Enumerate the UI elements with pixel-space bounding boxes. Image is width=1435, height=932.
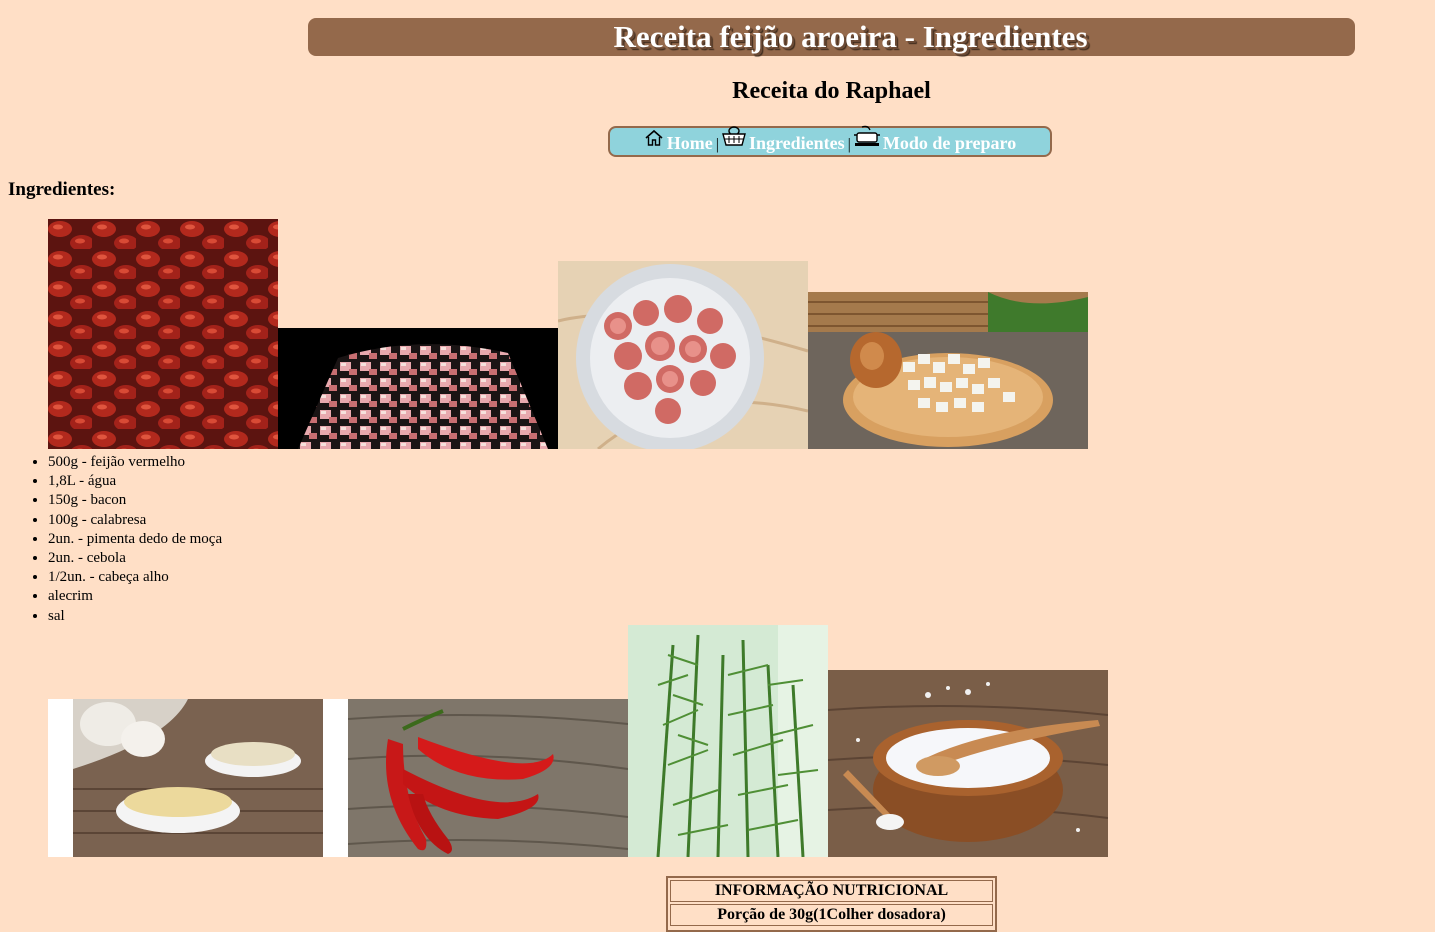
nav-ingredients-label: Ingredientes xyxy=(748,133,845,153)
ingredients-list: 500g - feijão vermelho 1,8L - água 150g … xyxy=(8,453,222,626)
list-item: alecrim xyxy=(48,587,222,606)
list-item: 2un. - cebola xyxy=(48,549,222,568)
list-item: 1,8L - água xyxy=(48,472,222,491)
title-bar: Receita feijão aroeira - Ingredientes xyxy=(308,18,1355,56)
diced-bacon-image xyxy=(278,328,558,449)
list-item: sal xyxy=(48,607,222,626)
salt-bowl-image xyxy=(828,670,1108,857)
nav-preparation-label: Modo de preparo xyxy=(882,133,1017,153)
nav-bar: Home | Ingredientes | Modo de preparo xyxy=(608,125,1052,157)
page-subtitle: Receita do Raphael xyxy=(732,78,931,104)
sliced-calabresa-image xyxy=(558,261,808,449)
nav-separator: | xyxy=(847,136,851,153)
chili-peppers-image xyxy=(348,699,628,857)
nav-home-label: Home xyxy=(666,133,713,153)
list-item: 1/2un. - cabeça alho xyxy=(48,568,222,587)
nav-preparation-link[interactable]: Modo de preparo xyxy=(853,125,1017,154)
rosemary-image xyxy=(628,625,828,857)
cooking-pot-icon xyxy=(853,125,883,154)
nav-separator: | xyxy=(715,136,719,153)
list-item: 150g - bacon xyxy=(48,491,222,510)
list-item: 500g - feijão vermelho xyxy=(48,453,222,472)
basket-icon xyxy=(722,125,749,154)
nutrition-title: INFORMAÇÃO NUTRICIONAL xyxy=(670,880,993,902)
ingredients-heading: Ingredientes: xyxy=(8,179,116,200)
nav-home-link[interactable]: Home xyxy=(644,129,713,154)
red-beans-image xyxy=(48,219,278,449)
nutrition-portion: Porção de 30g(1Colher dosadora) xyxy=(670,904,993,926)
home-icon xyxy=(644,129,667,154)
diced-onion-image xyxy=(808,292,1088,449)
list-item: 2un. - pimenta dedo de moça xyxy=(48,530,222,549)
nutrition-table: INFORMAÇÃO NUTRICIONAL Porção de 30g(1Co… xyxy=(666,876,997,932)
list-item: 100g - calabresa xyxy=(48,511,222,530)
page-title: Receita feijão aroeira - Ingredientes xyxy=(613,19,1088,54)
garlic-image xyxy=(48,699,348,857)
nav-ingredients-link[interactable]: Ingredientes xyxy=(722,125,845,154)
